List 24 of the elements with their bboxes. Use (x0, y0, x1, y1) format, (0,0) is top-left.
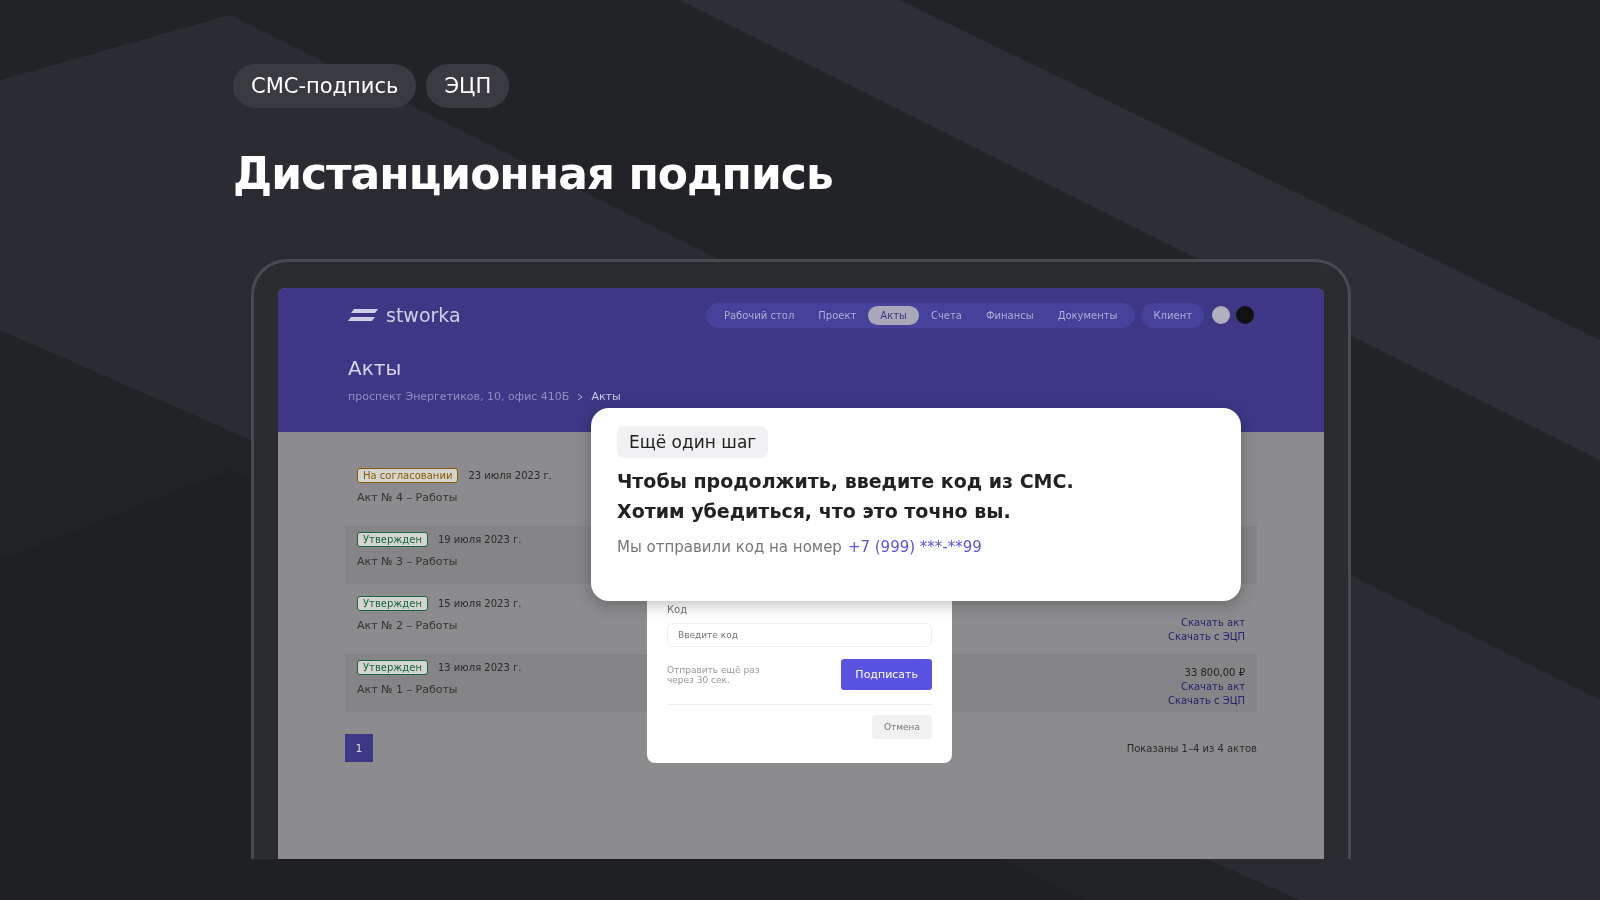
act-name: Акт № 3 – Работы (357, 555, 459, 568)
step-tag: Ещё один шаг (617, 426, 769, 458)
section-title: Акты (348, 356, 403, 380)
status-tag: Утвержден (357, 532, 428, 547)
sent-note: Мы отправили код на номер (617, 538, 842, 556)
act-name: Акт № 4 – Работы (357, 491, 459, 504)
resend-note: Отправить ещё раз через 30 сек. (667, 664, 761, 685)
breadcrumb-current: Акты (591, 390, 621, 403)
callout-text: Хотим убедиться, что это точно вы. (617, 500, 1012, 522)
status-tag: Утвержден (357, 596, 428, 611)
act-date: 13 июля 2023 г. (437, 662, 522, 673)
act-date: 15 июля 2023 г. (437, 598, 522, 609)
status-tag: Утвержден (357, 660, 428, 675)
page-heading: Дистанционная подпись (233, 148, 834, 199)
act-name: Акт № 1 – Работы (357, 683, 459, 696)
field-label: Код (667, 604, 688, 615)
act-name: Акт № 2 – Работы (357, 619, 459, 632)
callout-text: Чтобы продолжить, введите код из СМС. (617, 470, 1075, 492)
act-date: 23 июля 2023 г. (468, 470, 552, 481)
act-date: 19 июля 2023 г. (437, 534, 522, 545)
status-tag: На согласовании (357, 468, 459, 483)
logo-text: stworka (386, 304, 461, 326)
results-count: Показаны 1–4 из 4 актов (1126, 742, 1257, 754)
act-amount: 33 800,00 ₽ (1184, 667, 1245, 678)
